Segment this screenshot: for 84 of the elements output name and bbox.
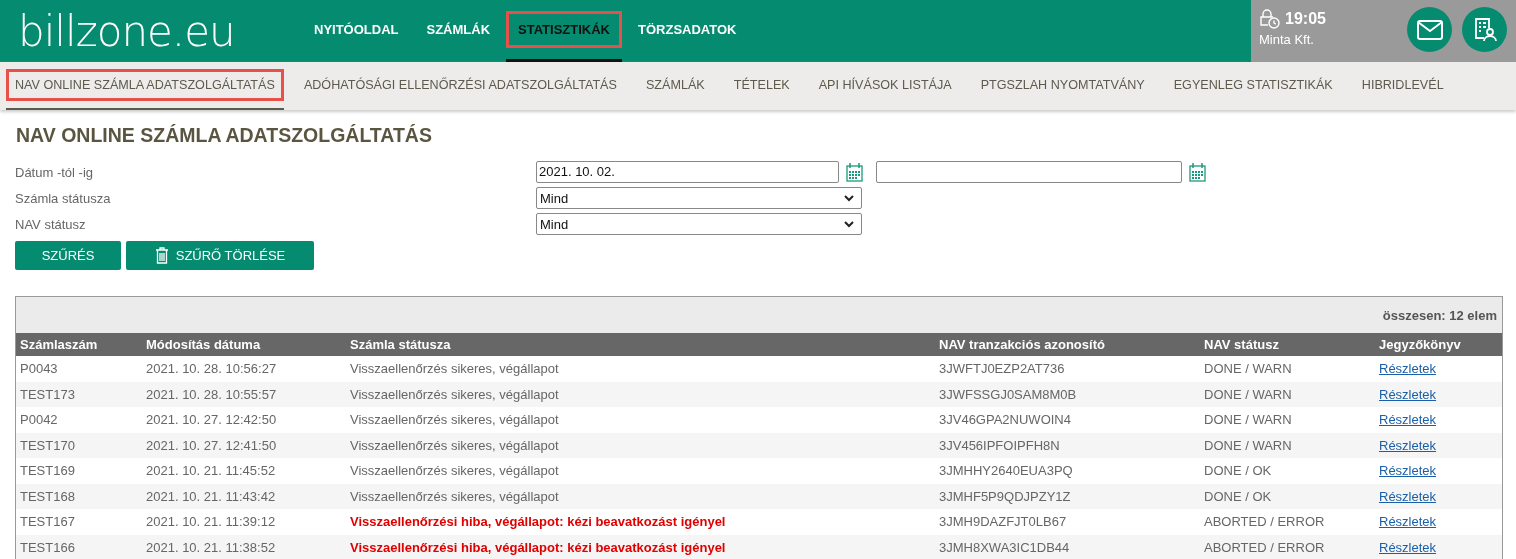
- table-cell: DONE / OK: [1200, 483, 1375, 509]
- table-cell: 2021. 10. 27. 12:41:50: [142, 432, 346, 458]
- nav-tab[interactable]: NYITÓOLDAL: [302, 11, 411, 48]
- table-cell: Visszaellenőrzés sikeres, végállapot: [346, 381, 935, 407]
- table-cell: 3JMH9DAZFJT0LB67: [935, 509, 1200, 535]
- lock-clock-icon: [1259, 8, 1281, 30]
- table-cell: 2021. 10. 21. 11:43:42: [142, 483, 346, 509]
- table-cell: ABORTED / ERROR: [1200, 534, 1375, 559]
- table-cell: 2021. 10. 27. 12:42:50: [142, 407, 346, 433]
- sub-nav-tab[interactable]: TÉTELEK: [719, 69, 804, 101]
- table-cell: 2021. 10. 28. 10:55:57: [142, 381, 346, 407]
- sub-nav-tab[interactable]: HIBRIDLEVÉL: [1347, 69, 1458, 101]
- chevron-down-icon: [843, 194, 855, 202]
- table-cell: ABORTED / ERROR: [1200, 509, 1375, 535]
- calendar-icon[interactable]: [846, 162, 863, 182]
- table-cell: 2021. 10. 28. 10:56:27: [142, 356, 346, 382]
- details-link[interactable]: Részletek: [1379, 361, 1437, 377]
- field-label: NAV státusz: [15, 216, 87, 232]
- field-label: Számla státusza: [15, 190, 112, 206]
- sub-nav-tab[interactable]: PTGSZLAH NYOMTATVÁNY: [966, 69, 1159, 101]
- table-cell: Visszaellenőrzési hiba, végállapot: kézi beavatkozást igényel: [346, 509, 935, 535]
- nav-status-dropdown[interactable]: Mind: [536, 213, 862, 235]
- sub-nav-tab[interactable]: ADÓHATÓSÁGI ELLENŐRZÉSI ADATSZOLGÁLTATÁS: [289, 69, 631, 101]
- table-cell: DONE / WARN: [1200, 432, 1375, 458]
- details-link[interactable]: Részletek: [1379, 514, 1437, 530]
- column-header: Módosítás dátuma: [142, 333, 346, 356]
- company-name: Minta Kft.: [1259, 32, 1315, 47]
- table-cell: P0043: [16, 356, 142, 382]
- page-title: NAV ONLINE SZÁMLA ADATSZOLGÁLTATÁS: [16, 124, 433, 147]
- table-cell: 3JV456IPFOIPFH8N: [935, 432, 1200, 458]
- nav-tab[interactable]: SZÁMLÁK: [414, 11, 503, 48]
- calendar-icon[interactable]: [1189, 162, 1206, 182]
- sub-nav-tab[interactable]: SZÁMLÁK: [631, 69, 719, 101]
- session-time: 19:05: [1285, 10, 1326, 28]
- table-cell: DONE / WARN: [1200, 356, 1375, 382]
- logo[interactable]: billzone.eu: [18, 6, 302, 56]
- table-cell: 2021. 10. 21. 11:45:52: [142, 458, 346, 484]
- total-count: összesen: 12 elem: [1382, 307, 1497, 323]
- table-cell: Visszaellenőrzés sikeres, végállapot: [346, 356, 935, 382]
- trash-icon: [154, 247, 169, 264]
- invoice-status-dropdown[interactable]: Mind: [536, 187, 862, 209]
- nav-tab[interactable]: STATISZTIKÁK: [506, 11, 622, 48]
- column-header: Számla státusza: [346, 333, 935, 356]
- table-cell: Visszaellenőrzés sikeres, végállapot: [346, 432, 935, 458]
- filter-button[interactable]: SZŰRÉS: [15, 241, 121, 270]
- table-cell: Visszaellenőrzési hiba, végállapot: kézi beavatkozást igényel: [346, 534, 935, 559]
- column-header: Jegyzőkönyv: [1375, 333, 1502, 356]
- table-cell: 2021. 10. 21. 11:39:12: [142, 509, 346, 535]
- table-cell: Visszaellenőrzés sikeres, végállapot: [346, 458, 935, 484]
- table-cell: TEST167: [16, 509, 142, 535]
- table-cell: 3JMH8XWA3IC1DB44: [935, 534, 1200, 559]
- table-cell: DONE / OK: [1200, 458, 1375, 484]
- table-cell: 3JV46GPA2NUWOIN4: [935, 407, 1200, 433]
- date-to-field[interactable]: [876, 161, 1182, 183]
- document-user-icon: [1472, 16, 1497, 43]
- table-cell: 3JWFSSGJ0SAM8M0B: [935, 381, 1200, 407]
- date-from-field[interactable]: 2021. 10. 02.: [536, 161, 839, 183]
- table-cell: 3JMHF5P9QDJPZY1Z: [935, 483, 1200, 509]
- table-cell: Visszaellenőrzés sikeres, végállapot: [346, 483, 935, 509]
- table-cell: TEST173: [16, 381, 142, 407]
- table-cell: Visszaellenőrzés sikeres, végállapot: [346, 407, 935, 433]
- table-cell: TEST166: [16, 534, 142, 559]
- table-cell: TEST169: [16, 458, 142, 484]
- column-header: NAV tranzakciós azonosító: [935, 333, 1200, 356]
- mail-icon: [1416, 19, 1443, 40]
- details-link[interactable]: Részletek: [1379, 463, 1437, 479]
- column-header: NAV státusz: [1200, 333, 1375, 356]
- table-cell: TEST170: [16, 432, 142, 458]
- table-cell: P0042: [16, 407, 142, 433]
- nav-tab[interactable]: TÖRZSADATOK: [626, 11, 749, 48]
- sub-nav-tab[interactable]: EGYENLEG STATISZTIKÁK: [1159, 69, 1347, 101]
- clear-filter-button[interactable]: SZŰRŐ TÖRLÉSE: [126, 241, 314, 270]
- sub-nav-tab[interactable]: API HÍVÁSOK LISTÁJA: [804, 69, 966, 101]
- table-cell: DONE / WARN: [1200, 381, 1375, 407]
- details-link[interactable]: Részletek: [1379, 412, 1437, 428]
- table-cell: 3JMHHY2640EUA3PQ: [935, 458, 1200, 484]
- column-header: Számlaszám: [16, 333, 142, 356]
- table-cell: 2021. 10. 21. 11:38:52: [142, 534, 346, 559]
- table-cell: 3JWFTJ0EZP2AT736: [935, 356, 1200, 382]
- field-label: Dátum -tól -ig: [15, 164, 95, 180]
- chevron-down-icon: [843, 220, 855, 228]
- table-cell: DONE / WARN: [1200, 407, 1375, 433]
- sub-nav-tab[interactable]: NAV ONLINE SZÁMLA ADATSZOLGÁLTATÁS: [6, 69, 284, 101]
- table-cell: TEST168: [16, 483, 142, 509]
